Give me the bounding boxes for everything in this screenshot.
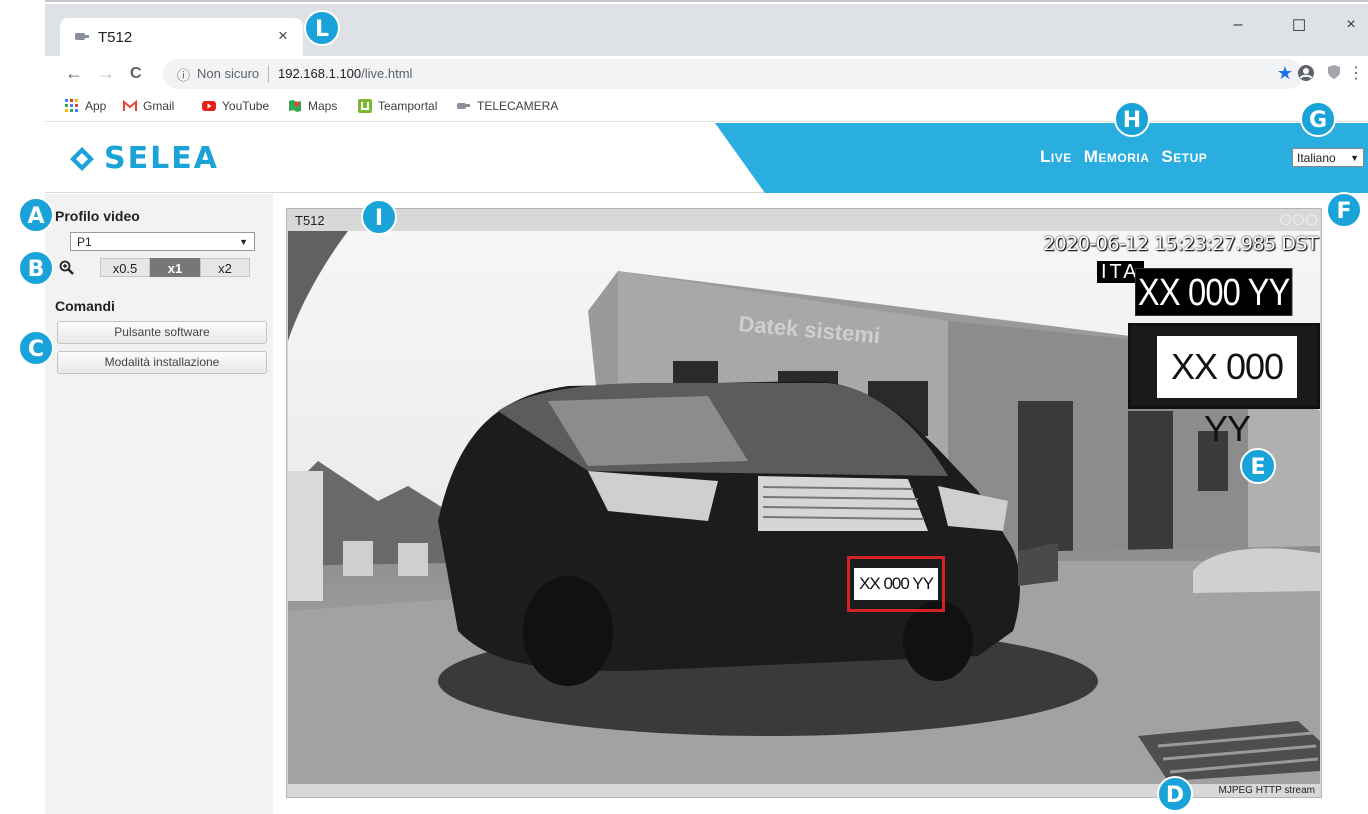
close-window-button[interactable]: ×	[1336, 16, 1366, 34]
video-panel: T512 Datek sistemi 2020-06-12 15:23:27.9…	[286, 208, 1322, 798]
zoom-x2-button[interactable]: x2	[200, 258, 250, 277]
main-menu: Live Memoria Setup	[1040, 147, 1207, 167]
selea-logo[interactable]: SELEA	[68, 141, 219, 176]
marker-i: I	[361, 199, 397, 235]
car-license-plate: XX 000 YY	[854, 568, 938, 600]
info-icon[interactable]: ⓘ	[177, 65, 190, 84]
live-video-feed[interactable]: Datek sistemi 2020-06-12 15:23:27.985 DS…	[288, 231, 1320, 784]
camera-icon	[75, 33, 89, 40]
minimize-button[interactable]: –	[1223, 16, 1253, 34]
chevron-down-icon: ▼	[1350, 152, 1359, 163]
omnibox-divider	[268, 65, 269, 83]
zoom-controls: x0.5 x1 x2	[59, 258, 250, 277]
marker-f: F	[1326, 192, 1362, 228]
menu-live[interactable]: Live	[1040, 147, 1072, 167]
zoom-in-icon	[59, 260, 74, 275]
menu-setup[interactable]: Setup	[1161, 147, 1207, 167]
bookmark-teamportal[interactable]: Teamportal	[358, 99, 437, 113]
address-bar[interactable]: ⓘ Non sicuro 192.168.1.100/live.html ★	[163, 59, 1303, 89]
maps-icon	[289, 100, 301, 112]
tab-strip: T512 × – ☐ ×	[45, 4, 1368, 56]
video-panel-title: T512	[295, 213, 325, 228]
detected-plate-box: XX 000 YY	[847, 556, 945, 612]
youtube-icon	[202, 101, 216, 111]
installation-mode-button[interactable]: Modalità installazione	[57, 351, 267, 374]
commands-title: Comandi	[55, 298, 115, 314]
camera-icon	[457, 103, 470, 109]
security-label: Non sicuro	[197, 66, 260, 81]
osd-plate-crop-text: XX 000 YY	[1157, 336, 1297, 449]
stream-type-label: MJPEG HTTP stream	[1218, 785, 1316, 796]
menu-memoria[interactable]: Memoria	[1084, 147, 1150, 167]
logo-text: SELEA	[104, 141, 219, 176]
bookmark-star-icon[interactable]: ★	[1277, 63, 1293, 84]
page-header: SELEA Live Memoria Setup Italiano ▼	[45, 123, 1368, 193]
account-icon[interactable]	[1297, 64, 1315, 82]
extension-shield-icon[interactable]	[1327, 64, 1341, 80]
marker-e: E	[1240, 448, 1276, 484]
osd-plate-crop: XX 000 YY	[1128, 323, 1320, 449]
zoom-x1-button[interactable]: x1	[150, 258, 200, 277]
marker-b: B	[18, 250, 54, 286]
menu-kebab-icon[interactable]: ⋮	[1348, 63, 1364, 83]
reload-button[interactable]: C	[130, 65, 142, 83]
bookmark-gmail[interactable]: Gmail	[123, 99, 174, 113]
language-value: Italiano	[1297, 150, 1336, 165]
bookmark-youtube[interactable]: YouTube	[202, 99, 269, 113]
tab-close-icon[interactable]: ×	[278, 26, 288, 46]
marker-h: H	[1114, 101, 1150, 137]
profile-select[interactable]: P1 ▼	[70, 232, 255, 251]
marker-l: L	[304, 10, 340, 46]
bookmark-app[interactable]: App	[65, 99, 106, 113]
gmail-icon	[123, 99, 137, 111]
language-select[interactable]: Italiano ▼	[1292, 148, 1364, 167]
browser-tab[interactable]: T512 ×	[60, 18, 303, 56]
forward-button[interactable]: →	[97, 63, 115, 84]
marker-g: G	[1300, 101, 1336, 137]
zoom-x0.5-button[interactable]: x0.5	[100, 258, 150, 277]
software-button[interactable]: Pulsante software	[57, 321, 267, 344]
browser-window: T512 × – ☐ × ← → C ⓘ Non sicuro 192.168.…	[45, 0, 1368, 122]
osd-plate-read: XX 000 YY	[1135, 268, 1293, 316]
bookmark-telecamera[interactable]: TELECAMERA	[457, 99, 558, 113]
chevron-down-icon: ▼	[239, 236, 248, 247]
profile-title: Profilo video	[55, 208, 140, 224]
logo-diamond-icon	[70, 146, 94, 171]
marker-a: A	[18, 197, 54, 233]
apps-grid-icon	[65, 99, 78, 112]
panel-window-controls[interactable]	[1280, 214, 1317, 225]
marker-d: D	[1157, 776, 1193, 812]
sidebar: Profilo video P1 ▼ x0.5 x1 x2 Comandi Pu…	[45, 194, 273, 814]
maximize-button[interactable]: ☐	[1284, 16, 1314, 36]
teamportal-icon	[358, 99, 372, 113]
osd-timestamp: 2020-06-12 15:23:27.985 DST	[1043, 233, 1318, 255]
bookmark-maps[interactable]: Maps	[288, 99, 337, 113]
profile-value: P1	[77, 234, 92, 249]
back-button[interactable]: ←	[65, 63, 83, 84]
browser-toolbar: ← → C ⓘ Non sicuro 192.168.1.100/live.ht…	[45, 56, 1368, 92]
bookmarks-bar: App Gmail YouTube Maps Teamportal TELECA…	[45, 94, 1368, 122]
tab-title: T512	[98, 29, 133, 46]
url-text: 192.168.1.100/live.html	[278, 66, 413, 81]
marker-c: C	[18, 330, 54, 366]
